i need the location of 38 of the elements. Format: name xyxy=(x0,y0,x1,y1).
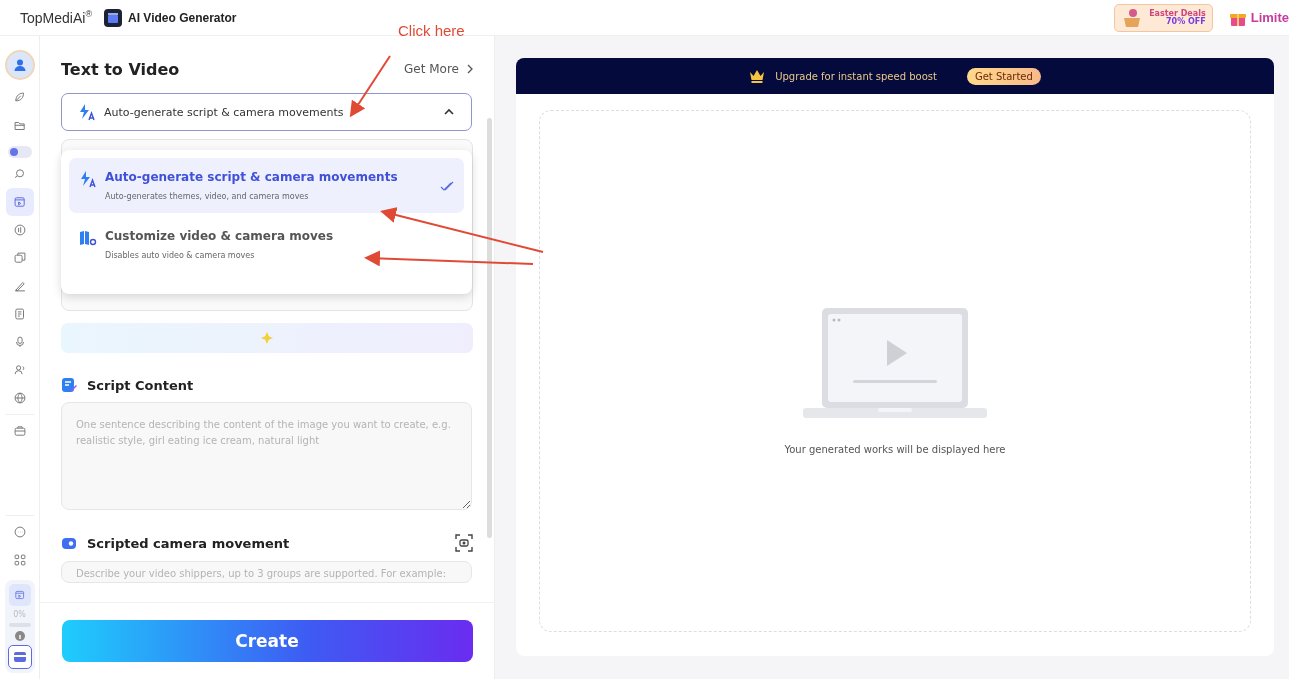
promo-badge[interactable]: Easter Deals 70% OFF xyxy=(1114,3,1213,32)
camera-scan-icon[interactable] xyxy=(455,534,473,552)
brand-logo: TopMediAi$^{®}$ xyxy=(20,9,92,26)
double-check-icon xyxy=(440,180,454,191)
empty-state-text: Your generated works will be displayed here xyxy=(784,443,1006,455)
section-title: Script Content xyxy=(87,377,195,393)
app-title: AI Video Generator xyxy=(128,10,237,25)
get-started-button[interactable]: Get Started xyxy=(966,67,1041,85)
promo-discount: 70% OFF xyxy=(1166,17,1206,26)
mode-option[interactable]: Auto-generate script & camera movements Auto-generates themes, video, and camera moves xyxy=(69,158,464,213)
crown-icon xyxy=(749,69,766,83)
annotation-label: Click here xyxy=(398,22,465,39)
avatar-icon[interactable] xyxy=(4,50,35,80)
script-content-field[interactable]: One sentence describing the content of the image you want to create, e.g. realistic style, girl eating ice cream, natural light xyxy=(61,402,472,510)
edit-document-icon xyxy=(61,377,77,393)
lightning-icon xyxy=(79,170,97,188)
video-frame-icon xyxy=(8,584,31,606)
limited-offer-link[interactable]: Limite xyxy=(1250,10,1289,25)
camera-movement-field[interactable]: Describe your video shippers, up to 3 groups are supported. For example: xyxy=(61,561,472,583)
annotation-arrow xyxy=(349,55,391,118)
credit-card-button[interactable] xyxy=(7,645,32,669)
sparkle-icon xyxy=(260,331,274,345)
panel-title: Text to Video xyxy=(61,59,180,79)
banner-text: Upgrade for instant speed boost xyxy=(775,70,937,82)
mode-dropdown[interactable]: Auto-generate script & camera movements xyxy=(61,93,472,131)
section-title: Scripted camera movement xyxy=(87,535,291,551)
get-more-link[interactable]: Get More xyxy=(404,62,473,76)
promo-title: Easter Deals xyxy=(1149,9,1206,18)
chevron-right-icon xyxy=(467,64,473,74)
mode-option[interactable]: Customize video & camera moves Disables auto video & camera moves xyxy=(69,217,464,272)
clapperboard-icon xyxy=(104,8,122,27)
toggle-switch[interactable] xyxy=(7,146,32,158)
create-button[interactable]: Create xyxy=(61,620,473,662)
lightning-icon xyxy=(78,103,96,121)
info-icon[interactable] xyxy=(14,631,25,641)
credit-card-icon xyxy=(13,652,26,662)
video-frame-icon[interactable] xyxy=(5,188,34,216)
chevron-icon xyxy=(443,108,455,116)
